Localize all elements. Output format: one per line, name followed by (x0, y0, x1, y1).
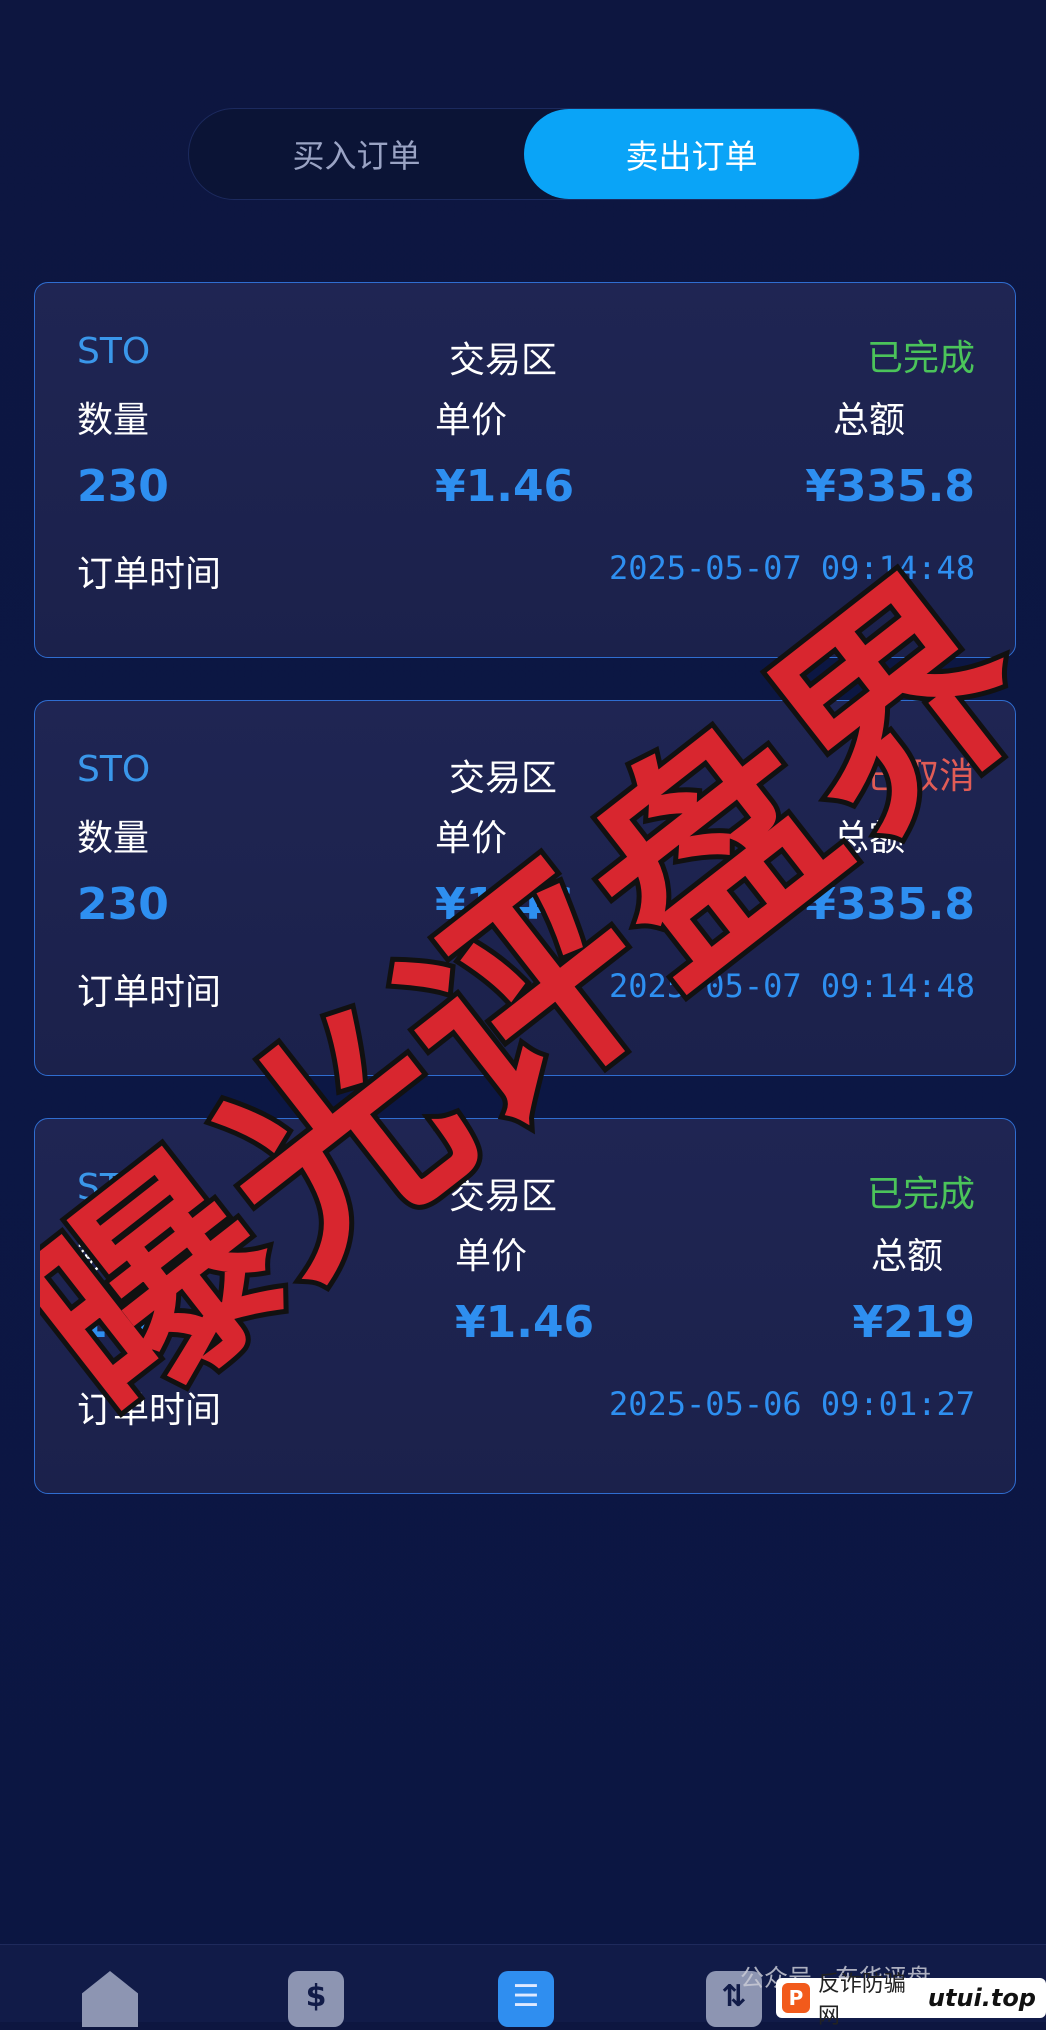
total-label: 总额 (832, 818, 905, 859)
unit-price-value: ¥1.46 (435, 461, 575, 512)
quantity-label: 数量 (77, 1236, 150, 1277)
antifraud-logo-icon: P (782, 1983, 810, 2013)
order-time-label: 订单时间 (77, 1390, 222, 1431)
quantity-label: 数量 (77, 400, 150, 441)
product-name: STO (77, 749, 151, 790)
order-time-label: 订单时间 (77, 972, 222, 1013)
order-time-value: 2025-05-06 09:01:27 (608, 1385, 975, 1423)
total-value: ¥219 (852, 1297, 975, 1348)
quantity-value: 150 (77, 1297, 169, 1348)
quantity-value: 230 (77, 461, 169, 512)
unit-price-label: 单价 (455, 1236, 528, 1277)
tab-sell-orders[interactable]: 卖出订单 (524, 109, 859, 199)
antifraud-domain: utui.top (927, 1984, 1036, 2012)
order-time-value: 2025-05-07 09:14:48 (608, 549, 975, 587)
home-icon[interactable] (82, 1971, 138, 2027)
order-type-tabs: 买入订单 卖出订单 (188, 108, 860, 200)
order-card[interactable]: STO 交易区 已完成 数量 单价 总额 150 ¥1.46 ¥219 订单时间… (34, 1118, 1016, 1494)
antifraud-label: 反诈防骗网 (817, 1972, 906, 2029)
order-card[interactable]: STO 交易区 已完成 数量 单价 总额 230 ¥1.46 ¥335.8 订单… (34, 282, 1016, 658)
order-list: STO 交易区 已完成 数量 单价 总额 230 ¥1.46 ¥335.8 订单… (34, 282, 1016, 1536)
order-time-value: 2025-05-07 09:14:48 (608, 967, 975, 1005)
trade-zone: 交易区 (449, 340, 558, 381)
status-badge: 已完成 (866, 338, 975, 379)
product-name: STO (77, 1167, 151, 1208)
unit-price-value: ¥1.46 (455, 1297, 595, 1348)
product-name: STO (77, 331, 151, 372)
unit-price-label: 单价 (435, 818, 508, 859)
order-card[interactable]: STO 交易区 已取消 数量 单价 总额 230 ¥1.46 ¥335.8 订单… (34, 700, 1016, 1076)
orders-page: 买入订单 卖出订单 STO 交易区 已完成 数量 单价 总额 230 ¥1.46… (0, 0, 1046, 2029)
wallet-icon[interactable]: $ (288, 1971, 344, 2027)
total-value: ¥335.8 (805, 461, 975, 512)
status-badge: 已完成 (866, 1174, 975, 1215)
antifraud-badge: P 反诈防骗网 utui.top (776, 1972, 1046, 2029)
trade-zone: 交易区 (449, 1176, 558, 1217)
status-badge: 已取消 (866, 756, 975, 797)
total-value: ¥335.8 (805, 879, 975, 930)
unit-price-label: 单价 (435, 400, 508, 441)
tab-buy-orders[interactable]: 买入订单 (189, 109, 524, 199)
unit-price-value: ¥1.46 (435, 879, 575, 930)
trade-zone: 交易区 (449, 758, 558, 799)
total-label: 总额 (870, 1236, 943, 1277)
total-label: 总额 (832, 400, 905, 441)
orders-icon[interactable]: ☰ (498, 1971, 554, 2027)
quantity-value: 230 (77, 879, 169, 930)
order-time-label: 订单时间 (77, 554, 222, 595)
quantity-label: 数量 (77, 818, 150, 859)
